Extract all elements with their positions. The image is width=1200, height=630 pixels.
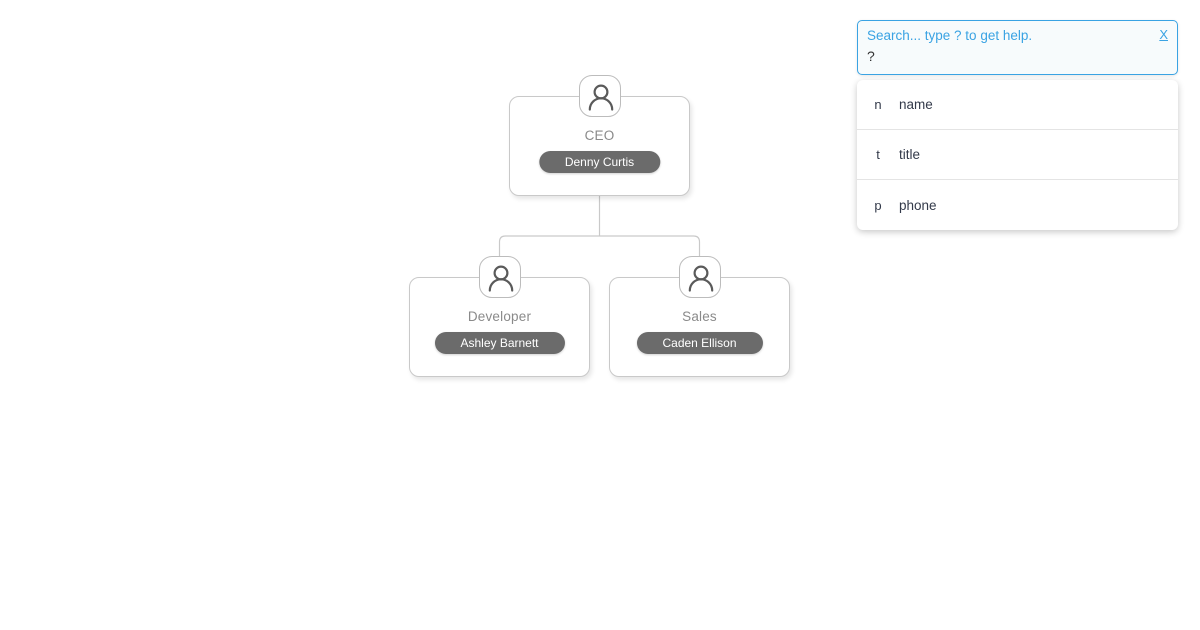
search-input-value: ? — [867, 48, 875, 64]
search-result-item-phone[interactable]: p phone — [857, 180, 1178, 230]
person-avatar-icon — [578, 75, 621, 117]
org-node-title: Sales — [682, 309, 717, 324]
search-panel: Search... type ? to get help. X ? n name… — [857, 20, 1178, 230]
search-result-item-name[interactable]: n name — [857, 80, 1178, 130]
org-node-name-pill[interactable]: Caden Ellison — [636, 332, 763, 354]
org-node-ceo[interactable]: CEO Denny Curtis — [509, 75, 690, 196]
org-node-sales[interactable]: Sales Caden Ellison — [609, 256, 790, 377]
org-chart: CEO Denny Curtis Developer Ashley Barnet… — [0, 0, 860, 630]
org-node-title: CEO — [584, 128, 615, 143]
search-result-shortcut: t — [876, 147, 880, 162]
org-node-name-pill[interactable]: Denny Curtis — [538, 151, 661, 173]
search-hint-label: Search... type ? to get help. — [867, 28, 1033, 43]
org-node-name-pill[interactable]: Ashley Barnett — [434, 332, 565, 354]
org-node-title: Developer — [467, 309, 532, 324]
search-results-dropdown: n name t title p phone — [857, 80, 1178, 230]
app-root: CEO Denny Curtis Developer Ashley Barnet… — [0, 0, 1200, 630]
search-input[interactable]: Search... type ? to get help. X ? — [857, 20, 1178, 75]
search-result-shortcut: n — [874, 97, 882, 112]
search-result-item-title[interactable]: t title — [857, 130, 1178, 180]
org-node-developer[interactable]: Developer Ashley Barnett — [409, 256, 590, 377]
search-result-label: name — [899, 97, 933, 112]
close-x-icon[interactable]: X — [1159, 27, 1168, 42]
search-result-label: phone — [899, 197, 937, 213]
person-avatar-icon — [478, 256, 521, 298]
search-result-label: title — [899, 147, 921, 162]
search-result-shortcut: p — [874, 197, 882, 213]
person-avatar-icon — [678, 256, 721, 298]
